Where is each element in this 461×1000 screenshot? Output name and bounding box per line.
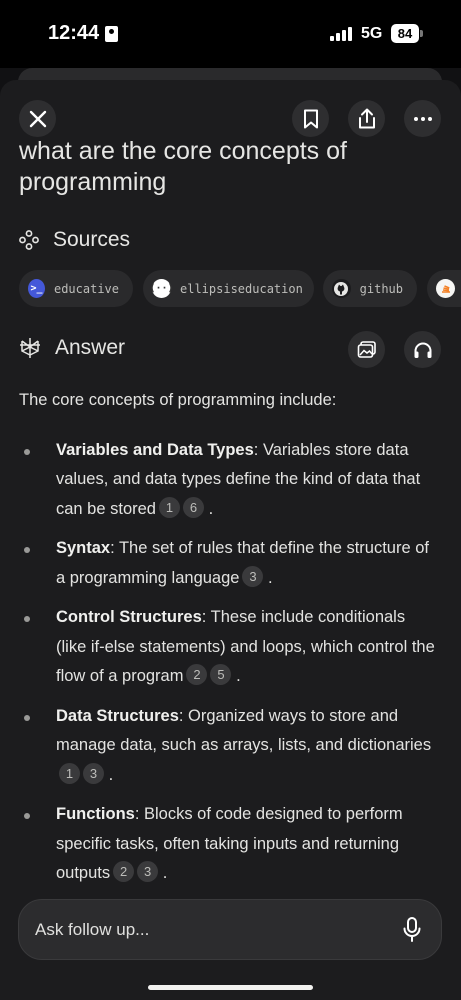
sources-list: >_ educative (··) ellipsiseducation gith… — [19, 270, 461, 307]
status-time: 12:44 — [48, 22, 100, 44]
mic-button[interactable] — [403, 917, 421, 948]
bullet-term: Syntax — [56, 539, 111, 557]
answer-intro: The core concepts of programming include… — [19, 391, 337, 409]
listen-button[interactable] — [404, 331, 441, 368]
answer-title: Answer — [55, 336, 126, 359]
microphone-icon — [403, 917, 421, 942]
answer-header: Answer — [19, 336, 125, 360]
more-icon — [413, 116, 432, 121]
question-title: what are the core concepts of programmin… — [19, 137, 347, 196]
stackoverflow-favicon — [436, 279, 455, 298]
sources-icon — [19, 230, 39, 250]
citation-badge[interactable]: 3 — [242, 565, 264, 587]
images-icon — [357, 340, 376, 358]
source-chip-educative[interactable]: >_ educative — [19, 270, 133, 307]
bookmark-icon — [303, 109, 318, 128]
bullet-term: Control Structures — [56, 608, 202, 626]
sources-title: Sources — [53, 228, 131, 251]
share-icon — [358, 108, 375, 128]
citation-badge[interactable]: 5 — [210, 664, 232, 685]
signal-icon — [330, 27, 354, 41]
share-button[interactable] — [348, 100, 385, 137]
educative-favicon: >_ — [28, 279, 45, 298]
followup-input[interactable] — [35, 900, 375, 959]
network-type: 5G — [361, 25, 383, 42]
list-item: Variables and Data Types: Variables stor… — [19, 436, 439, 525]
status-bar: 12:44 5G 84 — [0, 0, 461, 68]
bullet-term: Variables and Data Types — [56, 440, 254, 459]
followup-bar — [18, 899, 442, 960]
bullet-term: Data Structures — [56, 706, 179, 725]
home-indicator — [148, 985, 313, 990]
more-button[interactable] — [404, 100, 441, 137]
source-chip-ellipsiseducation[interactable]: (··) ellipsiseducation — [143, 270, 314, 307]
headphones-icon — [414, 342, 431, 358]
image-search-button[interactable] — [348, 331, 385, 368]
list-item: Control Structures: These include condit… — [19, 603, 439, 692]
list-item: Data Structures: Organized ways to store… — [19, 702, 439, 791]
close-button[interactable] — [19, 100, 56, 137]
answer-bullet-list: Variables and Data Types: Variables stor… — [19, 436, 439, 889]
citation-badge[interactable]: 3 — [83, 762, 104, 784]
list-item: Functions: Blocks of code designed to pe… — [19, 800, 439, 889]
citation-badge[interactable]: 2 — [186, 664, 208, 685]
answer-body: The core concepts of programming include… — [19, 386, 439, 899]
ellipsis-favicon: (··) — [149, 279, 174, 298]
bullet-term: Functions — [56, 805, 135, 823]
battery-level: 84 — [391, 24, 419, 43]
citation-badge[interactable]: 1 — [59, 762, 80, 784]
source-chip-github[interactable]: github — [323, 270, 417, 307]
citation-badge[interactable]: 3 — [137, 861, 159, 882]
perplexity-logo-icon — [20, 338, 40, 358]
source-label: github — [359, 281, 403, 296]
github-favicon — [332, 279, 351, 298]
battery-tip — [420, 30, 423, 37]
source-label: ellipsiseducation — [180, 281, 303, 296]
sources-header: Sources — [19, 228, 130, 252]
bookmark-button[interactable] — [292, 100, 329, 137]
citation-badge[interactable]: 2 — [113, 861, 135, 882]
source-chip-stackoverflow[interactable] — [427, 270, 461, 307]
list-item: Syntax: The set of rules that define the… — [19, 534, 439, 593]
citation-badge[interactable]: 6 — [182, 496, 204, 518]
sim-icon — [105, 26, 118, 42]
close-icon — [29, 110, 46, 127]
source-label: educative — [53, 281, 119, 296]
citation-badge[interactable]: 1 — [158, 496, 180, 518]
